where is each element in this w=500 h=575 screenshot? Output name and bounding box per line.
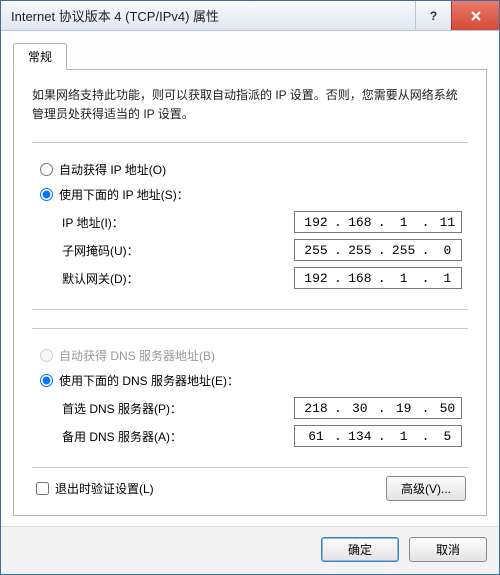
gateway-row: 默认网关(D)： . . . (62, 267, 462, 289)
ip-auto-label[interactable]: 自动获得 IP 地址(O) (59, 161, 166, 178)
validate-wrap: 退出时验证设置(L) (34, 480, 386, 497)
close-button[interactable] (451, 1, 499, 30)
gateway-input[interactable]: . . . (294, 267, 462, 289)
ip-seg-1[interactable] (299, 215, 333, 230)
mask-seg-2[interactable] (343, 243, 377, 258)
ip-address-row: IP 地址(I)： . . . (62, 211, 462, 233)
pdns-seg-3[interactable] (387, 401, 421, 416)
adns-seg-4[interactable] (430, 429, 464, 444)
alternate-dns-row: 备用 DNS 服务器(A)： . . . (62, 425, 462, 447)
dot: . (421, 401, 431, 416)
dot: . (421, 243, 431, 258)
window-title: Internet 协议版本 4 (TCP/IPv4) 属性 (11, 6, 415, 25)
dns-auto-row: 自动获得 DNS 服务器地址(B) (38, 347, 462, 364)
gw-seg-2[interactable] (343, 271, 377, 286)
tab-general[interactable]: 常规 (13, 43, 67, 70)
dot: . (377, 215, 387, 230)
dot: . (333, 271, 343, 286)
ip-seg-3[interactable] (387, 215, 421, 230)
client-area: 常规 如果网络支持此功能，则可以获取自动指派的 IP 设置。否则，您需要从网络系… (1, 31, 499, 526)
mask-seg-4[interactable] (430, 243, 464, 258)
gateway-label: 默认网关(D)： (62, 270, 294, 287)
ip-address-label: IP 地址(I)： (62, 214, 294, 231)
subnet-mask-label: 子网掩码(U)： (62, 242, 294, 259)
dialog-buttons: 确定 取消 (1, 526, 499, 574)
ip-address-input[interactable]: . . . (294, 211, 462, 233)
adns-seg-1[interactable] (299, 429, 333, 444)
tab-strip: 常规 (13, 43, 487, 70)
subnet-mask-row: 子网掩码(U)： . . . (62, 239, 462, 261)
tab-panel-general: 如果网络支持此功能，则可以获取自动指派的 IP 设置。否则，您需要从网络系统管理… (13, 69, 487, 516)
help-button[interactable]: ? (415, 1, 451, 30)
dns-manual-radio[interactable] (40, 374, 53, 387)
dot: . (377, 243, 387, 258)
pdns-seg-4[interactable] (430, 401, 464, 416)
ip-manual-label[interactable]: 使用下面的 IP 地址(S)： (59, 186, 189, 203)
adns-seg-2[interactable] (343, 429, 377, 444)
ip-auto-row: 自动获得 IP 地址(O) (38, 161, 462, 178)
dns-auto-radio (40, 349, 53, 362)
validate-checkbox[interactable] (36, 482, 49, 495)
mask-seg-3[interactable] (387, 243, 421, 258)
titlebar: Internet 协议版本 4 (TCP/IPv4) 属性 ? (1, 1, 499, 31)
dns-group: 自动获得 DNS 服务器地址(B) 使用下面的 DNS 服务器地址(E)： 首选… (32, 328, 468, 468)
dot: . (421, 271, 431, 286)
close-icon (470, 10, 482, 22)
gw-seg-4[interactable] (430, 271, 464, 286)
ip-seg-2[interactable] (343, 215, 377, 230)
preferred-dns-input[interactable]: . . . (294, 397, 462, 419)
cancel-button[interactable]: 取消 (409, 537, 487, 562)
adns-seg-3[interactable] (387, 429, 421, 444)
mask-seg-1[interactable] (299, 243, 333, 258)
ip-manual-radio[interactable] (40, 188, 53, 201)
dot: . (377, 429, 387, 444)
ok-button[interactable]: 确定 (321, 537, 399, 562)
dot: . (333, 401, 343, 416)
validate-label[interactable]: 退出时验证设置(L) (55, 480, 154, 497)
dns-auto-label: 自动获得 DNS 服务器地址(B) (59, 347, 215, 364)
dot: . (421, 429, 431, 444)
intro-text: 如果网络支持此功能，则可以获取自动指派的 IP 设置。否则，您需要从网络系统管理… (32, 86, 468, 124)
ip-seg-4[interactable] (430, 215, 464, 230)
alternate-dns-label: 备用 DNS 服务器(A)： (62, 428, 294, 445)
dns-manual-label[interactable]: 使用下面的 DNS 服务器地址(E)： (59, 372, 239, 389)
window-buttons: ? (415, 1, 499, 30)
dot: . (377, 401, 387, 416)
advanced-button[interactable]: 高级(V)... (386, 476, 466, 501)
pdns-seg-1[interactable] (299, 401, 333, 416)
subnet-mask-input[interactable]: . . . (294, 239, 462, 261)
dot: . (333, 215, 343, 230)
ip-auto-radio[interactable] (40, 163, 53, 176)
dns-manual-row: 使用下面的 DNS 服务器地址(E)： (38, 372, 462, 389)
dot: . (421, 215, 431, 230)
dot: . (377, 271, 387, 286)
ip-group: 自动获得 IP 地址(O) 使用下面的 IP 地址(S)： IP 地址(I)： … (32, 142, 468, 310)
bottom-row: 退出时验证设置(L) 高级(V)... (32, 476, 468, 501)
gw-seg-1[interactable] (299, 271, 333, 286)
preferred-dns-row: 首选 DNS 服务器(P)： . . . (62, 397, 462, 419)
dot: . (333, 243, 343, 258)
gw-seg-3[interactable] (387, 271, 421, 286)
dot: . (333, 429, 343, 444)
pdns-seg-2[interactable] (343, 401, 377, 416)
ip-manual-row: 使用下面的 IP 地址(S)： (38, 186, 462, 203)
preferred-dns-label: 首选 DNS 服务器(P)： (62, 400, 294, 417)
dialog-window: Internet 协议版本 4 (TCP/IPv4) 属性 ? 常规 如果网络支… (0, 0, 500, 575)
alternate-dns-input[interactable]: . . . (294, 425, 462, 447)
